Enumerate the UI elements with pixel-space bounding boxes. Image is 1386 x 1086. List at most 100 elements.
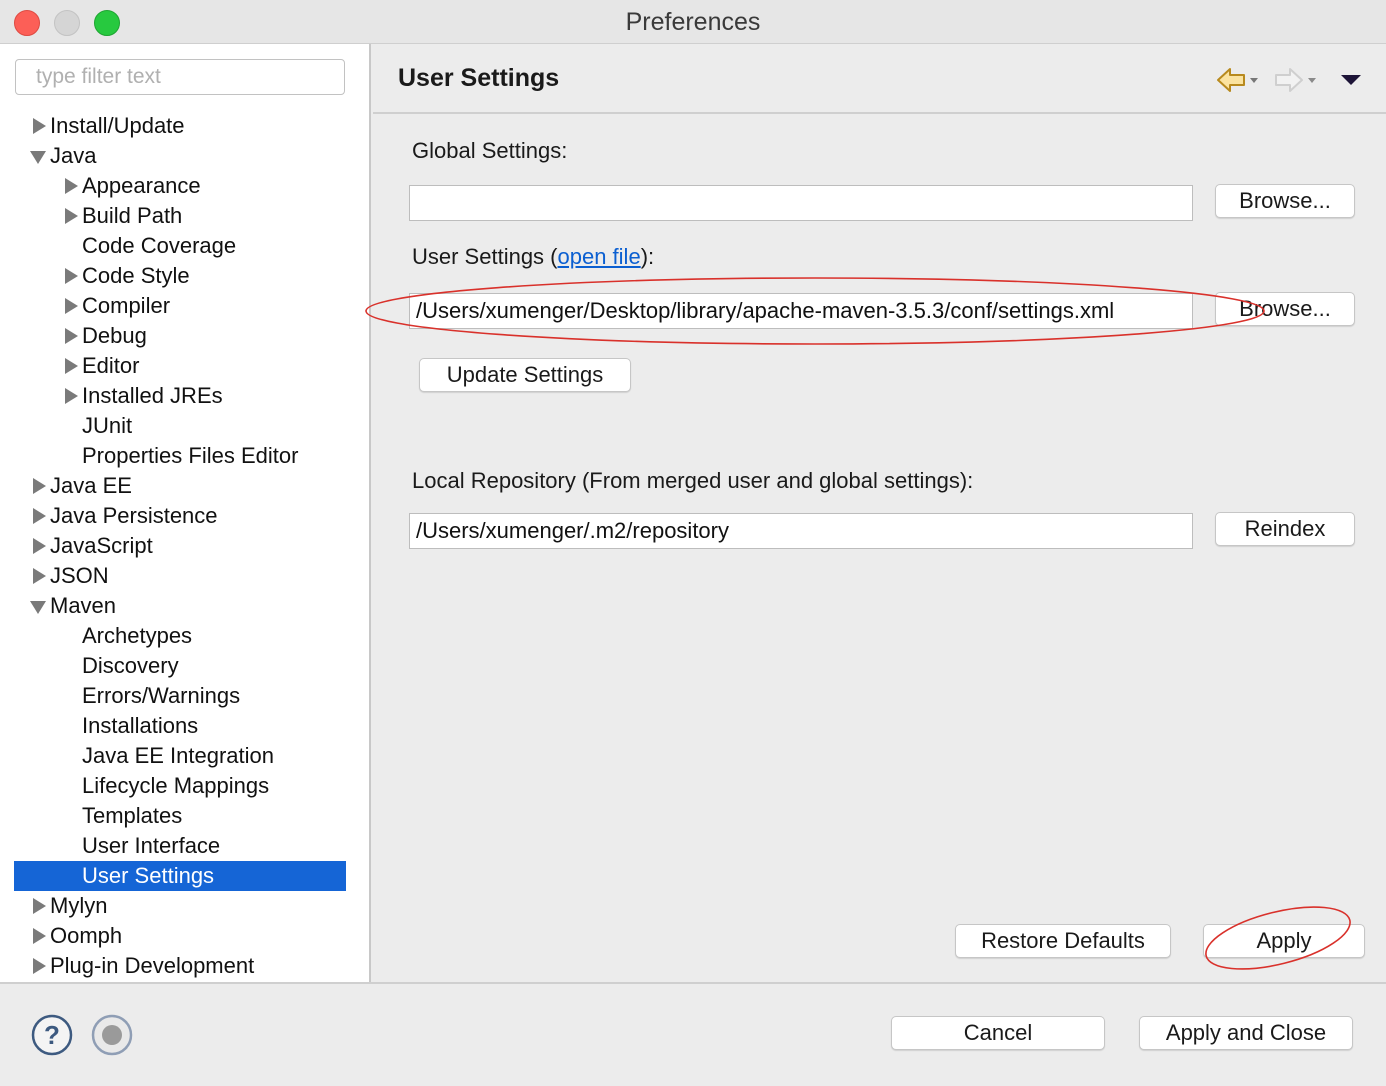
tree-item-install-update[interactable]: Install/Update [0,111,360,141]
view-menu-icon[interactable] [1338,66,1364,94]
tree-item-code-coverage[interactable]: Code Coverage [0,231,360,261]
tree-item-templates[interactable]: Templates [0,801,360,831]
tree-item-user-interface[interactable]: User Interface [0,831,360,861]
tree-item-label: Errors/Warnings [82,683,241,708]
tree-item-code-style[interactable]: Code Style [0,261,360,291]
tree-item-compiler[interactable]: Compiler [0,291,360,321]
collapsed-arrow-icon[interactable] [62,201,80,231]
global-browse-button[interactable]: Browse... [1215,184,1355,218]
tree-item-json[interactable]: JSON [0,561,360,591]
cancel-button[interactable]: Cancel [891,1016,1105,1050]
global-settings-field[interactable] [409,185,1193,221]
tree-item-java-persistence[interactable]: Java Persistence [0,501,360,531]
tree-item-mylyn[interactable]: Mylyn [0,891,360,921]
collapsed-arrow-icon[interactable] [30,951,48,981]
tree-item-user-settings[interactable]: User Settings [14,861,346,891]
tree-item-installations[interactable]: Installations [0,711,360,741]
tree-item-label: Installed JREs [82,383,223,408]
page-title: User Settings [398,64,560,92]
tree-item-label: Java Persistence [50,503,218,528]
tree-item-label: Discovery [82,653,179,678]
update-settings-button[interactable]: Update Settings [419,358,631,392]
tree-item-properties-files-editor[interactable]: Properties Files Editor [0,441,360,471]
tree-item-maven[interactable]: Maven [0,591,360,621]
global-settings-label: Global Settings: [412,138,568,163]
tree-item-label: Appearance [82,173,201,198]
tree-item-label: Oomph [50,923,123,948]
tree-item-plug-in-development[interactable]: Plug-in Development [0,951,360,981]
tree-item-java-ee-integration[interactable]: Java EE Integration [0,741,360,771]
footer: ? Cancel Apply and Close [0,984,1386,1086]
collapsed-arrow-icon[interactable] [30,501,48,531]
record-icon[interactable] [91,1014,133,1056]
tree-item-editor[interactable]: Editor [0,351,360,381]
expanded-arrow-icon[interactable] [30,141,48,171]
tree-item-java[interactable]: Java [0,141,360,171]
filter-input[interactable] [15,59,345,95]
tree-item-label: Java EE Integration [82,743,275,768]
collapsed-arrow-icon[interactable] [62,381,80,411]
tree-item-label: Plug-in Development [50,953,255,978]
forward-arrow-icon[interactable] [1274,66,1316,94]
local-repository-label: Local Repository (From merged user and g… [412,468,974,493]
tree-item-lifecycle-mappings[interactable]: Lifecycle Mappings [0,771,360,801]
collapsed-arrow-icon[interactable] [62,171,80,201]
apply-and-close-button[interactable]: Apply and Close [1139,1016,1353,1050]
tree-item-javascript[interactable]: JavaScript [0,531,360,561]
tree-item-label: JUnit [82,413,133,438]
user-settings-field[interactable]: /Users/xumenger/Desktop/library/apache-m… [409,293,1193,329]
title-bar: Preferences [0,0,1386,44]
tree-item-label: Build Path [82,203,183,228]
open-file-link[interactable]: open file [558,244,641,269]
help-icon[interactable]: ? [31,1014,73,1056]
local-repository-field[interactable]: /Users/xumenger/.m2/repository [409,513,1193,549]
tree-item-build-path[interactable]: Build Path [0,201,360,231]
restore-defaults-button[interactable]: Restore Defaults [955,924,1171,958]
tree-item-label: Templates [82,803,183,828]
tree-item-debug[interactable]: Debug [0,321,360,351]
tree-item-label: Compiler [82,293,171,318]
expanded-arrow-icon[interactable] [30,591,48,621]
apply-button[interactable]: Apply [1203,924,1365,958]
collapsed-arrow-icon[interactable] [30,111,48,141]
tree-item-label: Install/Update [50,113,185,138]
tree-item-junit[interactable]: JUnit [0,411,360,441]
window-title: Preferences [625,8,761,36]
tree-item-label: Debug [82,323,147,348]
back-arrow-icon[interactable] [1216,66,1258,94]
collapsed-arrow-icon[interactable] [30,891,48,921]
tree-item-label: Installations [82,713,199,738]
collapsed-arrow-icon[interactable] [62,351,80,381]
tree-item-label: Java [50,143,97,168]
tree-item-label: JSON [50,563,109,588]
tree-item-label: Code Style [82,263,190,288]
tree-item-archetypes[interactable]: Archetypes [0,621,360,651]
tree-item-appearance[interactable]: Appearance [0,171,360,201]
user-settings-label: User Settings (open file): [412,244,654,270]
user-browse-button[interactable]: Browse... [1215,292,1355,326]
collapsed-arrow-icon[interactable] [30,561,48,591]
tree-item-label: Archetypes [82,623,193,648]
collapsed-arrow-icon[interactable] [30,471,48,501]
tree-item-label: JavaScript [50,533,153,558]
preferences-sidebar: Install/Update Java Appearance Build Path Co… [0,44,371,982]
tree-item-discovery[interactable]: Discovery [0,651,360,681]
tree-item-errors-warnings[interactable]: Errors/Warnings [0,681,360,711]
tree-item-label: Lifecycle Mappings [82,773,270,798]
tree-item-label: User Settings [82,863,215,888]
pane-header: User Settings [373,44,1386,114]
navigation-toolbar [1216,66,1366,94]
tree-item-label: Editor [82,353,140,378]
tree-item-label: Maven [50,593,117,618]
reindex-button[interactable]: Reindex [1215,512,1355,546]
collapsed-arrow-icon[interactable] [62,321,80,351]
tree-item-label: User Interface [82,833,221,858]
collapsed-arrow-icon[interactable] [62,261,80,291]
tree-item-java-ee[interactable]: Java EE [0,471,360,501]
collapsed-arrow-icon[interactable] [30,921,48,951]
collapsed-arrow-icon[interactable] [62,291,80,321]
collapsed-arrow-icon[interactable] [30,531,48,561]
tree-item-installed-jres[interactable]: Installed JREs [0,381,360,411]
tree-item-label: Mylyn [50,893,108,918]
tree-item-oomph[interactable]: Oomph [0,921,360,951]
